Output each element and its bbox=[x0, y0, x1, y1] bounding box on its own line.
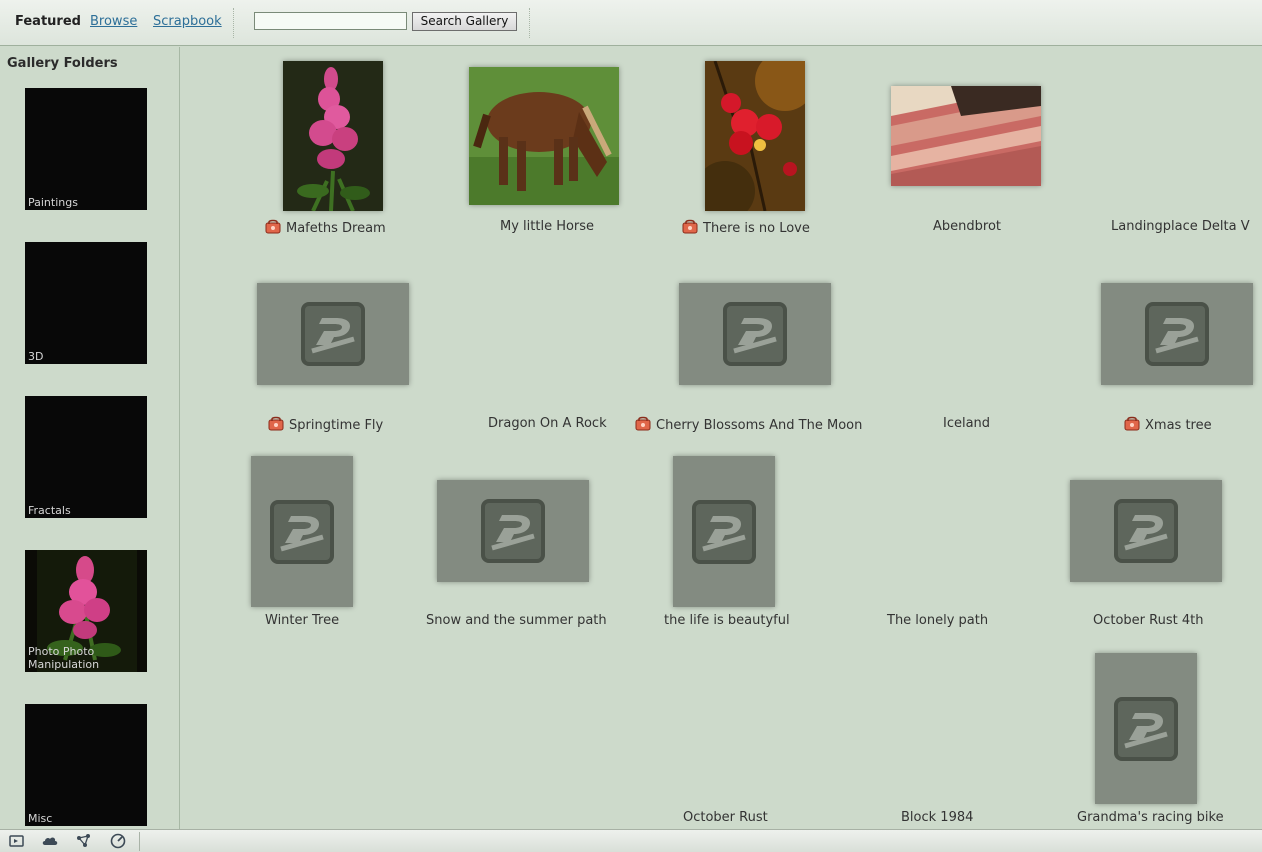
deviantart-logo-icon bbox=[269, 499, 335, 565]
placeholder-thumbnail[interactable] bbox=[673, 456, 775, 607]
artwork-title: Springtime Fly bbox=[289, 418, 384, 433]
search-gallery-button[interactable]: Search Gallery bbox=[412, 12, 517, 31]
gauge-icon[interactable] bbox=[109, 833, 127, 849]
caption-iceland[interactable]: Iceland bbox=[943, 416, 990, 431]
thumbnail-my-little-horse[interactable] bbox=[469, 67, 619, 205]
bread-photo bbox=[891, 86, 1041, 186]
artwork-title: Xmas tree bbox=[1145, 418, 1212, 433]
cloud-icon[interactable] bbox=[41, 833, 59, 849]
red-flower-photo bbox=[695, 51, 815, 221]
thumbnail-abendbrot[interactable] bbox=[891, 86, 1041, 186]
folder-3d[interactable]: 3D bbox=[25, 242, 147, 364]
bottom-toolbar bbox=[0, 829, 1262, 852]
media-icon[interactable] bbox=[8, 833, 26, 849]
placeholder-thumbnail[interactable] bbox=[257, 283, 409, 385]
mature-lock-icon bbox=[682, 219, 698, 234]
artwork-title: Block 1984 bbox=[901, 810, 974, 825]
thumbnail-mafeths-dream[interactable] bbox=[283, 61, 383, 212]
caption-there-is-no-love[interactable]: There is no Love bbox=[682, 219, 810, 236]
caption-xmas-tree[interactable]: Xmas tree bbox=[1124, 416, 1212, 433]
sidebar-title: Gallery Folders bbox=[7, 56, 118, 71]
artwork-title: Cherry Blossoms And The Moon bbox=[656, 418, 863, 433]
folder-fractals[interactable]: Fractals bbox=[25, 396, 147, 518]
artwork-title: Iceland bbox=[943, 416, 991, 431]
folder-label: Photo Photo Manipulation bbox=[28, 645, 100, 671]
caption-dragon-on-a-rock[interactable]: Dragon On A Rock bbox=[488, 416, 607, 431]
share-icon[interactable] bbox=[75, 833, 93, 849]
mature-lock-icon bbox=[1124, 416, 1140, 431]
thumbnail-there-is-no-love[interactable] bbox=[695, 51, 815, 221]
artwork-title: Abendbrot bbox=[933, 219, 1001, 234]
deviantart-logo-icon bbox=[691, 499, 757, 565]
caption-block-1984[interactable]: Block 1984 bbox=[901, 810, 973, 825]
deviantart-logo-icon bbox=[1113, 696, 1179, 762]
caption-october-rust[interactable]: October Rust bbox=[683, 810, 768, 825]
artwork-title: There is no Love bbox=[703, 221, 810, 236]
nav-featured[interactable]: Featured bbox=[15, 14, 81, 29]
folder-label: 3D bbox=[28, 350, 44, 363]
nav-divider bbox=[529, 8, 530, 38]
artwork-title: Grandma's racing bike bbox=[1077, 810, 1224, 825]
folder-label: Misc bbox=[28, 812, 53, 825]
deviantart-logo-icon bbox=[722, 301, 788, 367]
top-navigation-bar: Featured Browse Scrapbook Search Gallery bbox=[0, 0, 1262, 46]
caption-landingplace-delta-v[interactable]: Landingplace Delta V bbox=[1111, 219, 1250, 234]
folder-label: Paintings bbox=[28, 196, 78, 209]
placeholder-thumbnail[interactable] bbox=[1095, 653, 1197, 804]
deviantart-logo-icon bbox=[1113, 498, 1179, 564]
caption-snow-and-the-summer-path[interactable]: Snow and the summer path bbox=[426, 613, 607, 628]
mature-lock-icon bbox=[268, 416, 284, 431]
artwork-title: October Rust 4th bbox=[1093, 613, 1204, 628]
deviantart-logo-icon bbox=[1144, 301, 1210, 367]
gallery-folders-sidebar: Gallery Folders Paintings 3D Fractals Ph… bbox=[0, 47, 180, 829]
horse-photo bbox=[469, 67, 619, 205]
pink-flower-photo bbox=[283, 61, 383, 212]
nav-divider bbox=[233, 8, 234, 38]
placeholder-thumbnail[interactable] bbox=[251, 456, 353, 607]
deviantart-logo-icon bbox=[480, 498, 546, 564]
caption-grandmas-racing-bike[interactable]: Grandma's racing bike bbox=[1077, 810, 1224, 825]
folder-paintings[interactable]: Paintings bbox=[25, 88, 147, 210]
nav-scrapbook-link[interactable]: Scrapbook bbox=[153, 14, 222, 29]
placeholder-thumbnail[interactable] bbox=[1101, 283, 1253, 385]
artwork-title: Winter Tree bbox=[265, 613, 340, 628]
artwork-title: The lonely path bbox=[887, 613, 989, 628]
mature-lock-icon bbox=[635, 416, 651, 431]
caption-mafeths-dream[interactable]: Mafeths Dream bbox=[265, 219, 386, 236]
artwork-title: My little Horse bbox=[500, 219, 595, 234]
artwork-title: Dragon On A Rock bbox=[488, 416, 607, 431]
folder-photo-manipulation[interactable]: Photo Photo Manipulation bbox=[25, 550, 147, 672]
caption-abendbrot[interactable]: Abendbrot bbox=[933, 219, 1001, 234]
gallery-search-input[interactable] bbox=[254, 12, 407, 30]
caption-my-little-horse[interactable]: My little Horse bbox=[500, 219, 594, 234]
caption-october-rust-4th[interactable]: October Rust 4th bbox=[1093, 613, 1203, 628]
artwork-title: Mafeths Dream bbox=[286, 221, 386, 236]
placeholder-thumbnail[interactable] bbox=[1070, 480, 1222, 582]
artwork-title: the life is beautyful bbox=[664, 613, 790, 628]
caption-the-life-is-beautyful[interactable]: the life is beautyful bbox=[664, 613, 790, 628]
caption-cherry-blossoms-and-the-moon[interactable]: Cherry Blossoms And The Moon bbox=[635, 416, 862, 433]
toolbar-divider bbox=[139, 832, 140, 851]
caption-winter-tree[interactable]: Winter Tree bbox=[265, 613, 339, 628]
deviantart-logo-icon bbox=[300, 301, 366, 367]
artwork-title: October Rust bbox=[683, 810, 768, 825]
nav-browse-link[interactable]: Browse bbox=[90, 14, 137, 29]
caption-springtime-fly[interactable]: Springtime Fly bbox=[268, 416, 383, 433]
caption-the-lonely-path[interactable]: The lonely path bbox=[887, 613, 988, 628]
placeholder-thumbnail[interactable] bbox=[679, 283, 831, 385]
folder-misc[interactable]: Misc bbox=[25, 704, 147, 826]
mature-lock-icon bbox=[265, 219, 281, 234]
artwork-title: Landingplace Delta V bbox=[1111, 219, 1250, 234]
placeholder-thumbnail[interactable] bbox=[437, 480, 589, 582]
artwork-title: Snow and the summer path bbox=[426, 613, 607, 628]
folder-label: Fractals bbox=[28, 504, 71, 517]
